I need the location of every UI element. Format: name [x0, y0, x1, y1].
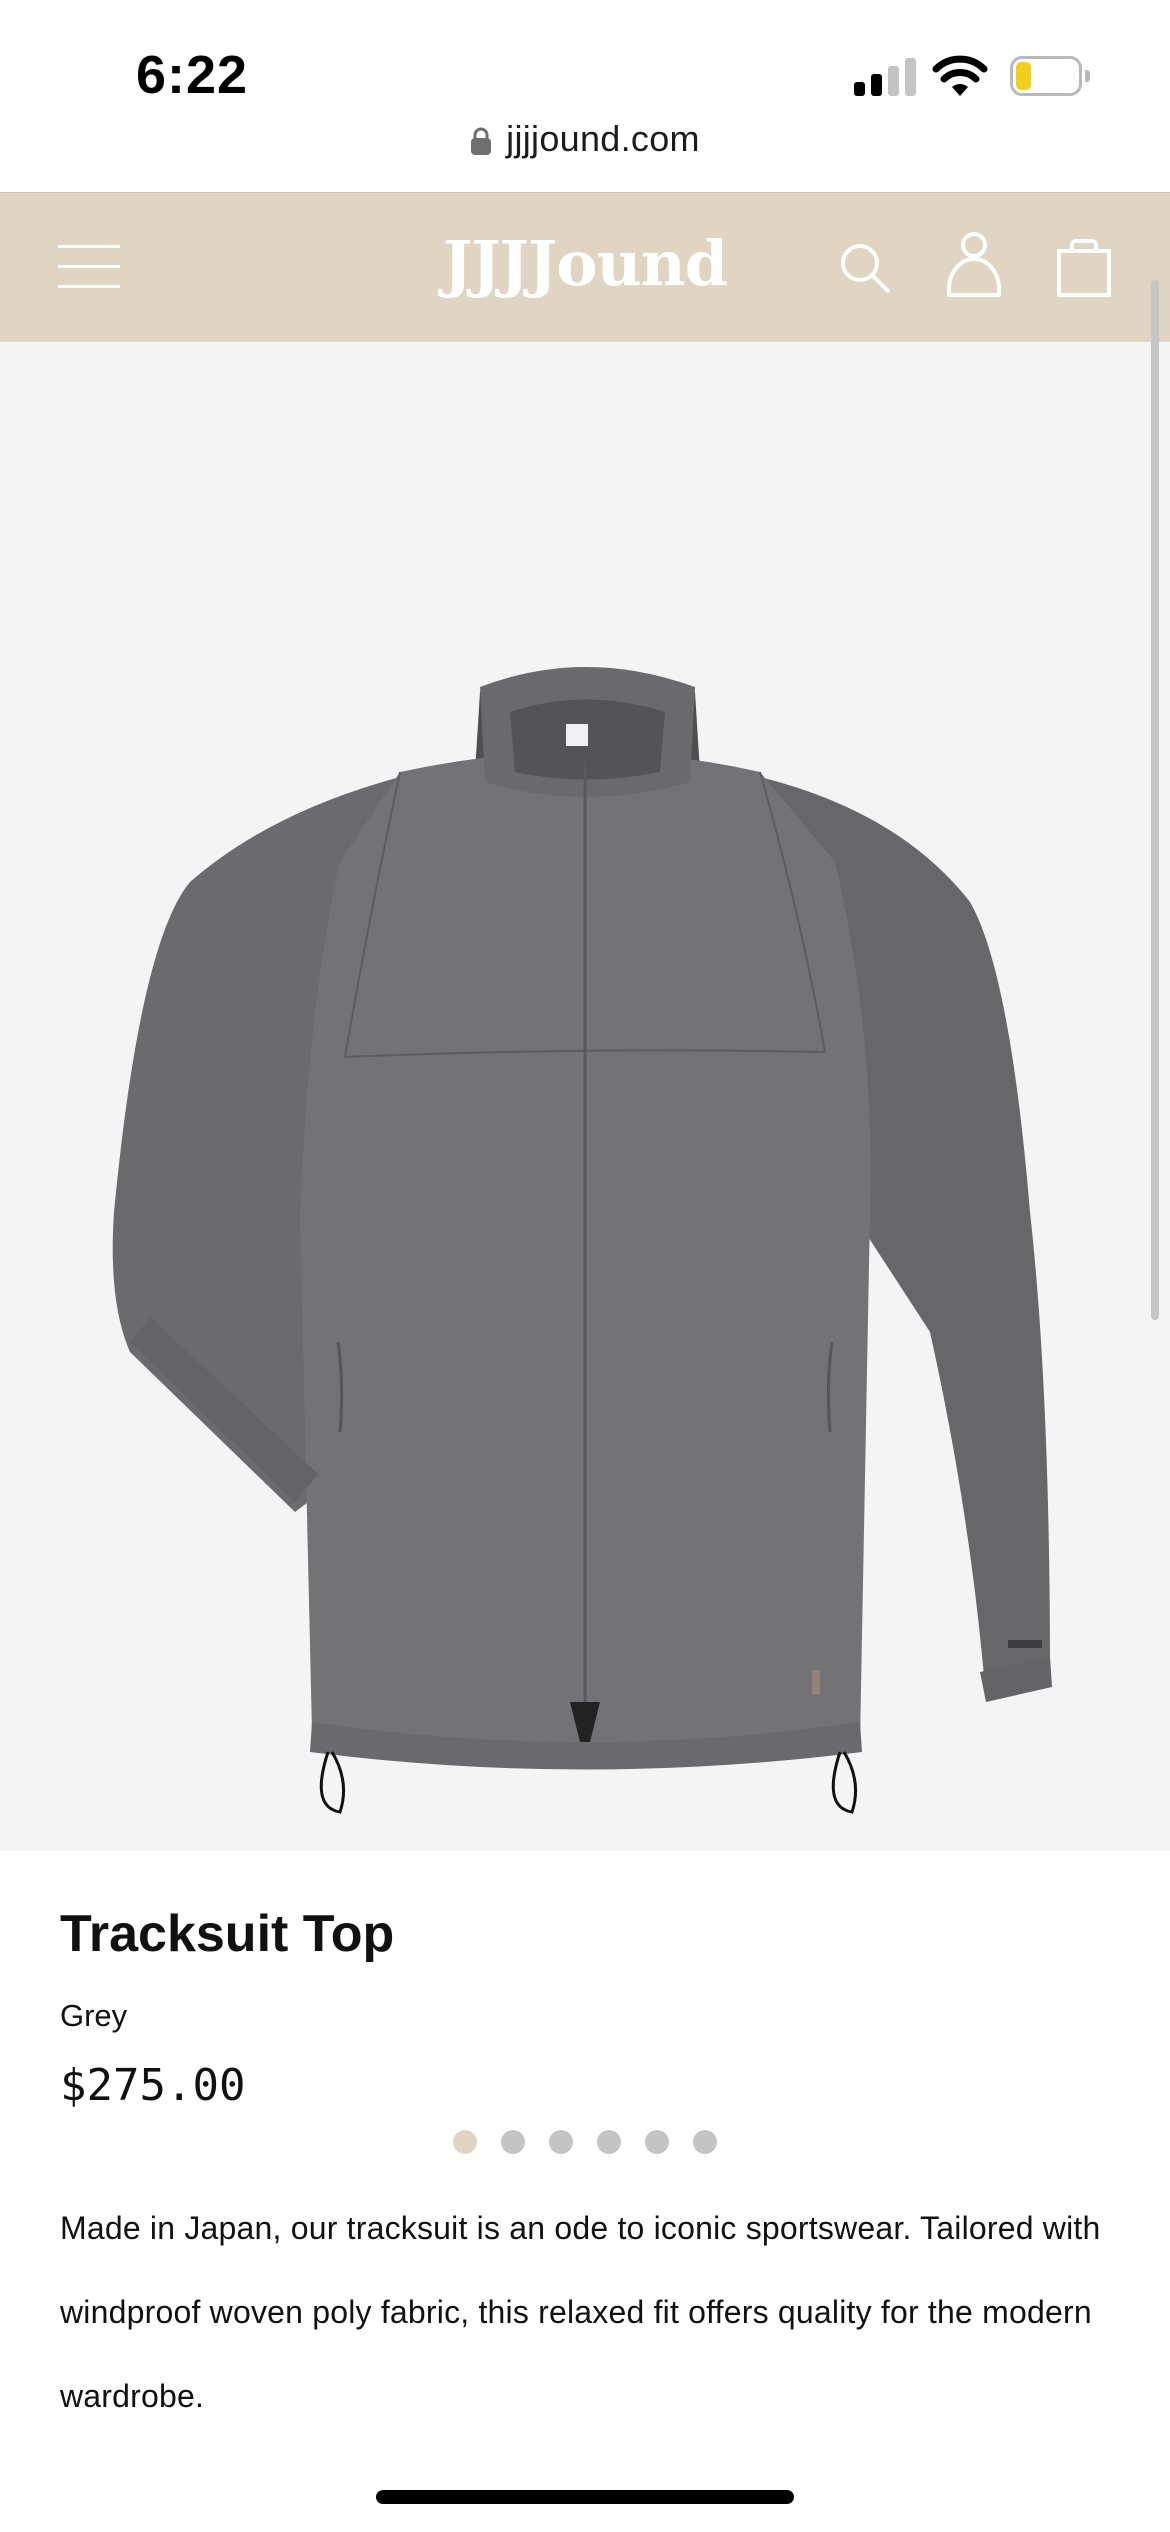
brand-logo[interactable]: JJJJound: [385, 227, 785, 307]
battery-icon: [1010, 56, 1090, 96]
site-header: JJJJound: [0, 192, 1170, 342]
url-text: jjjjound.com: [506, 118, 700, 159]
product-color: Grey: [60, 1998, 128, 2033]
search-icon[interactable]: [836, 239, 892, 295]
product-price: $275.00: [60, 2060, 246, 2111]
scrollbar[interactable]: [1151, 280, 1159, 1320]
home-indicator[interactable]: [376, 2490, 794, 2504]
status-time: 6:22: [136, 45, 249, 105]
status-bar: 6:22: [0, 0, 1170, 130]
product-image[interactable]: [100, 612, 1070, 1892]
menu-icon[interactable]: [58, 239, 122, 295]
carousel-dot[interactable]: [453, 2130, 477, 2154]
lock-icon: [471, 127, 492, 155]
carousel-dot[interactable]: [645, 2130, 669, 2154]
carousel-dot[interactable]: [597, 2130, 621, 2154]
cart-icon[interactable]: [1056, 237, 1112, 297]
carousel-dots: [0, 2130, 1170, 2158]
carousel-dot[interactable]: [549, 2130, 573, 2154]
address-bar[interactable]: jjjjound.com: [0, 118, 1170, 190]
account-icon[interactable]: [946, 231, 1002, 297]
product-gallery[interactable]: [0, 342, 1170, 2154]
product-description: Made in Japan, our tracksuit is an ode t…: [60, 2210, 1101, 2414]
cellular-signal-icon: [854, 56, 916, 96]
wifi-icon: [932, 55, 988, 96]
product-title: Tracksuit Top: [60, 1905, 395, 1963]
carousel-dot[interactable]: [693, 2130, 717, 2154]
carousel-dot[interactable]: [501, 2130, 525, 2154]
product-page: 6:22 jjjjound.com JJJJound Tracksuit Top…: [0, 0, 1170, 2532]
